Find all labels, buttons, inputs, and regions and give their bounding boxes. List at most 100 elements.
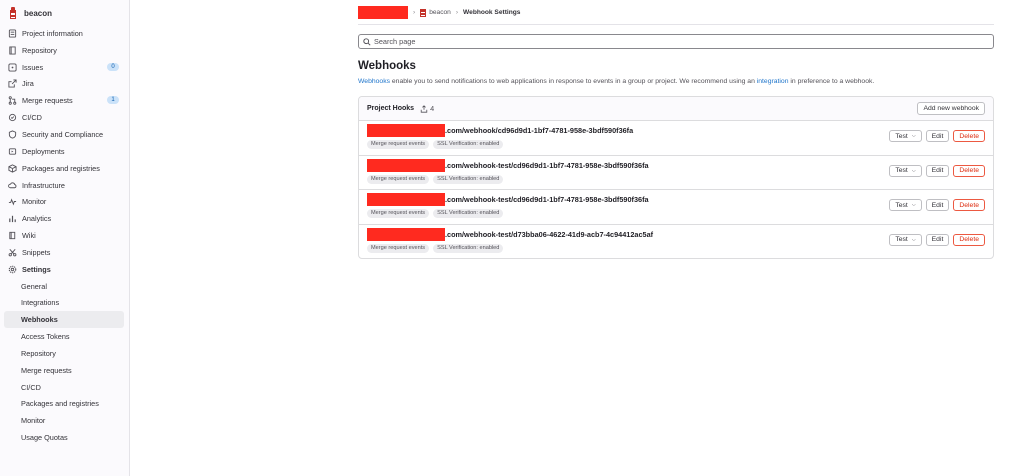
project-icon	[8, 29, 17, 38]
redacted-domain	[367, 124, 445, 137]
edit-webhook-button[interactable]: Edit	[925, 164, 950, 177]
redacted-domain	[367, 227, 445, 241]
page-description: Webhooks enable you to send notification…	[358, 78, 874, 85]
delete-webhook-button[interactable]: Delete	[953, 130, 985, 142]
settings-subitem-repository[interactable]: Repository	[4, 345, 124, 362]
sidebar-item-deployments[interactable]: Deployments	[0, 143, 129, 160]
sidebar-item-merge-requests[interactable]: Merge requests 1	[0, 92, 129, 109]
webhook-url: .com/webhook/cd96d9d1-1bf7-4781-958e-3bd…	[367, 124, 633, 137]
test-label: Test	[895, 236, 908, 243]
test-dropdown-button[interactable]: Test ⌵	[889, 233, 922, 246]
breadcrumb: › beacon › Webhook Settings	[358, 6, 520, 19]
desc-text-2: in preference to a webhook.	[788, 78, 875, 85]
sidebar-item-label: Infrastructure	[22, 180, 65, 190]
sidebar-item-project-information[interactable]: Project information	[0, 25, 129, 42]
webhook-tags: Merge request events SSL Verification: e…	[367, 209, 507, 218]
test-dropdown-button[interactable]: Test ⌵	[889, 199, 922, 211]
settings-subitem-ci-cd[interactable]: CI/CD	[4, 379, 124, 396]
sidebar-item-label: Jira	[22, 79, 34, 89]
delete-webhook-button[interactable]: Delete	[953, 164, 985, 177]
settings-subitem-merge-requests[interactable]: Merge requests	[4, 362, 124, 379]
settings-icon	[8, 265, 17, 274]
sidebar-item-label: Issues	[22, 62, 44, 72]
settings-subitem-packages-and-registries[interactable]: Packages and registries	[4, 396, 124, 413]
sidebar-item-analytics[interactable]: Analytics	[0, 210, 129, 227]
settings-subitem-integrations[interactable]: Integrations	[4, 295, 124, 312]
sidebar-item-infrastructure[interactable]: Infrastructure	[0, 177, 129, 194]
webhook-url: .com/webhook-test/d73bba06-4622-41d9-acb…	[367, 227, 653, 241]
project-hooks-title: Project Hooks	[367, 105, 415, 112]
ssl-tag: SSL Verification: enabled	[433, 174, 504, 184]
webhook-row: .com/webhook/cd96d9d1-1bf7-4781-958e-3bd…	[359, 121, 993, 156]
test-label: Test	[895, 167, 908, 174]
redacted-domain	[367, 193, 445, 206]
external-link-icon	[8, 79, 17, 89]
desc-text-1: enable you to send notifications to web …	[390, 78, 757, 85]
sidebar-item-repository[interactable]: Repository	[0, 42, 129, 59]
sidebar-item-label: CI/CD	[22, 113, 42, 123]
webhook-url: .com/webhook-test/cd96d9d1-1bf7-4781-958…	[367, 193, 649, 206]
snippet-icon	[8, 248, 17, 257]
webhook-row: .com/webhook-test/cd96d9d1-1bf7-4781-958…	[359, 156, 993, 190]
sidebar-item-packages-and-registries[interactable]: Packages and registries	[0, 160, 129, 177]
cloud-icon	[8, 181, 17, 190]
breadcrumb-current[interactable]: Webhook Settings	[463, 9, 520, 16]
integration-link[interactable]: integration	[757, 78, 789, 85]
settings-subitem-access-tokens[interactable]: Access Tokens	[4, 328, 124, 345]
trigger-tag: Merge request events	[367, 209, 430, 218]
webhook-actions: Test ⌵ Edit Delete	[885, 130, 985, 142]
project-crumb-icon	[420, 8, 427, 17]
ssl-tag: SSL Verification: enabled	[433, 209, 504, 218]
breadcrumb-separator: ›	[413, 9, 416, 16]
chevron-down-icon: ⌵	[911, 167, 916, 174]
page-title: Webhooks	[358, 60, 416, 72]
delete-webhook-button[interactable]: Delete	[953, 233, 985, 246]
edit-webhook-button[interactable]: Edit	[925, 233, 950, 246]
edit-webhook-button[interactable]: Edit	[925, 130, 950, 142]
settings-subitem-usage-quotas[interactable]: Usage Quotas	[4, 429, 124, 446]
sidebar-item-jira[interactable]: Jira	[0, 76, 129, 93]
chevron-down-icon: ⌵	[911, 202, 916, 208]
sidebar-item-ci-cd[interactable]: CI/CD	[0, 109, 129, 126]
test-label: Test	[895, 201, 908, 209]
redacted-group-crumb[interactable]	[358, 6, 408, 19]
project-header[interactable]: beacon	[0, 1, 129, 25]
webhook-url-suffix: .com/webhook-test/cd96d9d1-1bf7-4781-958…	[445, 160, 649, 170]
count-badge: 1	[107, 96, 119, 105]
hook-icon	[420, 104, 428, 113]
settings-subitem-general[interactable]: General	[4, 278, 124, 295]
settings-subitem-webhooks[interactable]: Webhooks	[4, 311, 124, 329]
sidebar-item-monitor[interactable]: Monitor	[0, 193, 129, 210]
webhook-tags: Merge request events SSL Verification: e…	[367, 243, 507, 253]
test-dropdown-button[interactable]: Test ⌵	[889, 164, 922, 177]
breadcrumb-separator: ›	[455, 9, 459, 16]
sidebar-item-label: Monitor	[22, 197, 47, 207]
test-label: Test	[895, 132, 908, 140]
sidebar: beacon Project information Repository Issu…	[0, 0, 130, 476]
sidebar-item-security-and-compliance[interactable]: Security and Compliance	[0, 126, 129, 143]
test-dropdown-button[interactable]: Test ⌵	[889, 130, 922, 142]
edit-webhook-button[interactable]: Edit	[925, 199, 950, 211]
delete-webhook-button[interactable]: Delete	[953, 199, 985, 211]
webhooks-docs-link[interactable]: Webhooks	[358, 78, 390, 85]
breadcrumb-project[interactable]: beacon	[429, 9, 451, 16]
sidebar-nav: Project information Repository Issues 0 Jira…	[0, 25, 129, 446]
sidebar-item-settings[interactable]: Settings	[0, 261, 129, 278]
search-input[interactable]	[374, 37, 974, 46]
sidebar-item-snippets[interactable]: Snippets	[0, 244, 129, 261]
webhook-row: .com/webhook-test/cd96d9d1-1bf7-4781-958…	[359, 190, 993, 225]
sidebar-item-label: Wiki	[22, 231, 36, 241]
settings-subitem-monitor[interactable]: Monitor	[4, 412, 124, 429]
sidebar-item-wiki[interactable]: Wiki	[0, 227, 129, 244]
search-icon	[363, 37, 371, 46]
header-divider	[358, 24, 994, 25]
webhook-url-suffix: .com/webhook-test/cd96d9d1-1bf7-4781-958…	[445, 195, 649, 204]
app-root: beacon Project information Repository Issu…	[0, 0, 1024, 476]
book-icon	[8, 231, 17, 240]
search-box[interactable]	[358, 34, 994, 49]
webhook-url-suffix: .com/webhook/cd96d9d1-1bf7-4781-958e-3bd…	[445, 126, 634, 135]
sidebar-item-issues[interactable]: Issues 0	[0, 59, 129, 76]
webhook-tags: Merge request events SSL Verification: e…	[367, 140, 507, 149]
sidebar-item-label: Packages and registries	[22, 163, 100, 173]
add-new-webhook-button[interactable]: Add new webhook	[917, 102, 985, 115]
